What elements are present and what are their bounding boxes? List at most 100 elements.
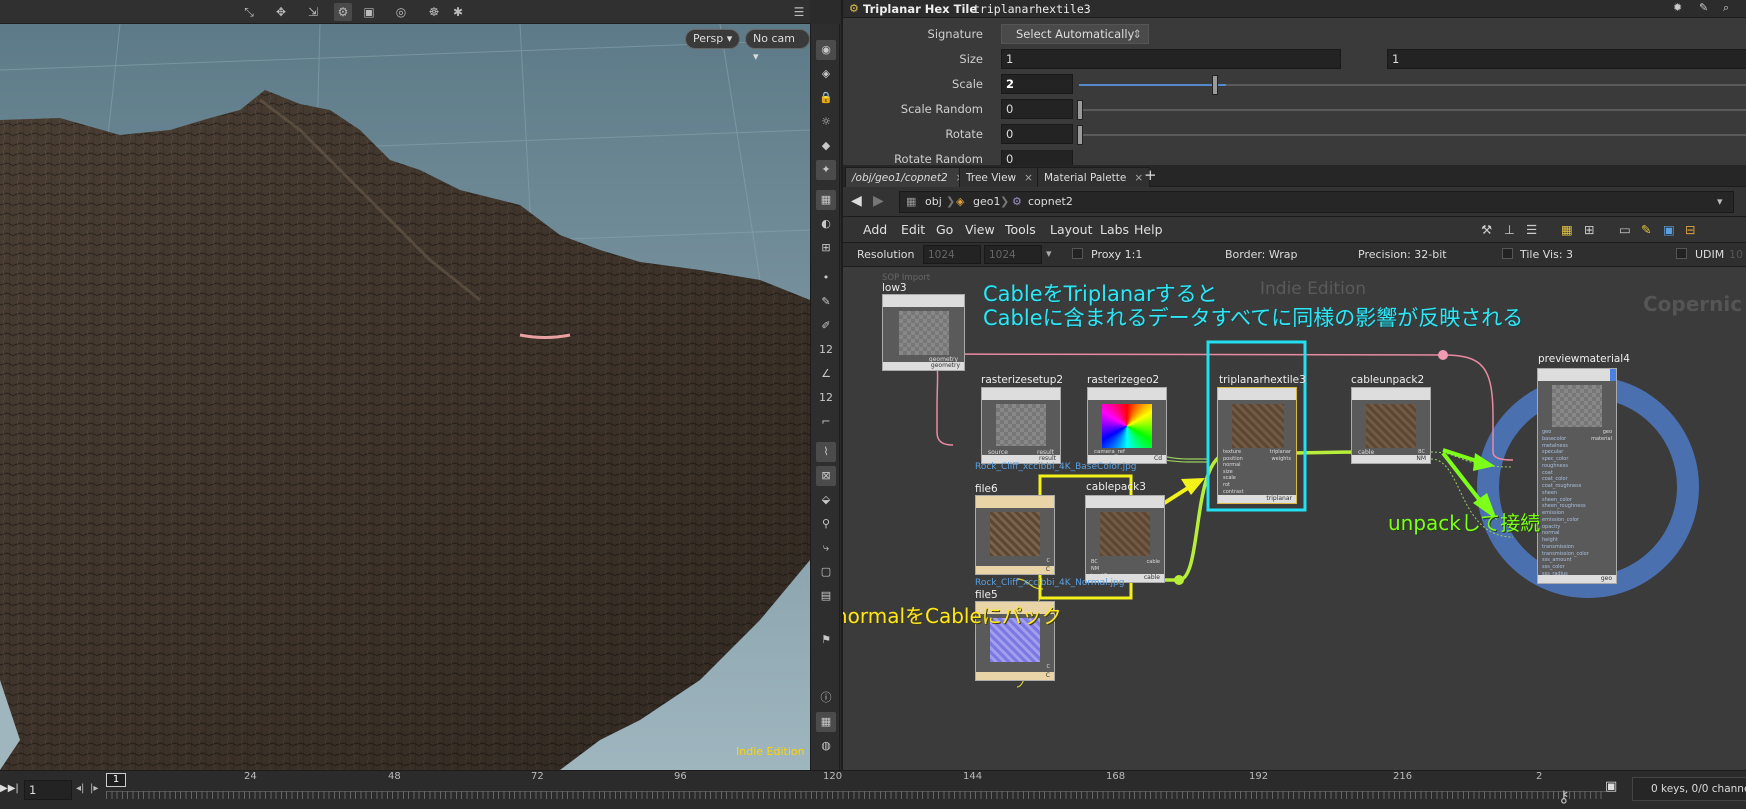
pen-icon[interactable]: ⤷ [816,538,836,558]
menu-add[interactable]: Add [863,222,887,237]
node-low3[interactable]: geometry geometry [882,294,965,371]
geometry-icon[interactable]: ◈ [816,64,836,84]
shading-icon[interactable]: ◆ [816,136,836,156]
light-icon[interactable]: ✦ [816,160,836,180]
node-rasterizegeo2[interactable]: camera_ref geometry Cd [1087,387,1167,464]
lock-icon[interactable]: 🔒 [816,88,836,108]
rotate-random-field[interactable]: 0 [1001,150,1073,165]
border-label[interactable]: Border: Wrap [1225,248,1298,261]
pin-icon[interactable]: ⚑ [816,630,836,650]
record-icon[interactable]: ◍ [816,736,836,756]
scale-slider-knob[interactable] [1212,75,1218,95]
tape-icon[interactable]: ⌇ [816,442,836,462]
menu-view[interactable]: View [965,222,995,237]
gear-icon[interactable]: ✹ [1673,1,1682,14]
play-icon[interactable]: ▶▶| [0,783,19,794]
menu-labs[interactable]: Labs [1100,222,1129,237]
scale-random-knob[interactable] [1077,100,1083,120]
network-canvas[interactable]: Indie Edition Copernic SOP Import low3 g… [843,267,1746,770]
ruler-icon[interactable]: ⌐ [816,412,836,432]
step-forward-icon[interactable]: |▸ [90,783,98,794]
select-icon[interactable]: ⤡ [240,3,258,21]
step-back-icon[interactable]: ◂| [76,783,84,794]
channel-icon[interactable]: ▣ [1605,779,1617,794]
breadcrumb-geo1[interactable]: geo1 [973,195,1000,208]
angle-icon[interactable]: ∠ [816,364,836,384]
move-icon[interactable]: ✥ [272,3,290,21]
transform-icon[interactable]: ⊠ [816,466,836,486]
node-rasterizesetup2[interactable]: source result result [981,387,1061,464]
sun-icon[interactable]: ☼ [816,112,836,132]
add-tab-button[interactable]: + [1144,166,1157,184]
back-arrow-icon[interactable]: ◀ [851,193,862,209]
pen-icon[interactable]: ✐ [816,316,836,336]
camera-dropdown[interactable]: No cam ▾ [745,29,810,63]
size-y-field[interactable]: 1 [1387,49,1746,69]
breadcrumb-obj[interactable]: obj [925,195,942,208]
menu-tools[interactable]: Tools [1005,222,1036,237]
rotate-slider[interactable] [1079,134,1746,136]
package-icon[interactable]: ⊟ [1685,222,1695,237]
forward-arrow-icon[interactable]: ▶ [873,193,884,209]
tile-vis-checkbox[interactable] [1502,248,1513,259]
key-icon[interactable]: ⚷ [1558,787,1570,806]
texture-icon[interactable]: ▦ [816,190,836,210]
list-icon[interactable]: ☰ [1526,222,1537,237]
node-cablepack3[interactable]: BCNMinput3 cable cable [1085,495,1165,583]
image-icon[interactable]: ▣ [1663,222,1675,237]
close-icon[interactable]: × [1134,172,1143,184]
rotate-knob[interactable] [1077,125,1083,145]
layers-icon[interactable]: ☰ [790,3,808,21]
pin-icon[interactable]: ⚲ [816,514,836,534]
counter-icon[interactable]: 12 [816,340,836,360]
precision-label[interactable]: Precision: 32-bit [1358,248,1447,261]
node-triplanarhextile3[interactable]: texture position normal size scale rot contras… [1217,387,1297,504]
grid-icon[interactable]: ▦ [1561,222,1573,237]
display-icon[interactable]: ▣ [360,3,378,21]
snap-icon[interactable]: ⊞ [816,238,836,258]
node-name-field[interactable]: triplanarhextile3 [973,2,1091,16]
close-icon[interactable]: × [1024,172,1033,184]
rotate-field[interactable]: 0 [1001,124,1073,144]
keys-status[interactable]: 0 keys, 0/0 channels [1632,777,1746,801]
scale-random-field[interactable]: 0 [1001,99,1073,119]
signature-dropdown[interactable]: Select Automatically ⇕ [1001,24,1149,44]
menu-layout[interactable]: Layout [1050,222,1093,237]
dot-icon[interactable]: • [816,268,836,288]
res-x-field[interactable]: 1024 [923,245,981,264]
frame-field[interactable]: 1 [24,780,72,800]
scale-random-slider[interactable] [1079,109,1746,111]
menu-go[interactable]: Go [936,222,953,237]
menu-help[interactable]: Help [1134,222,1163,237]
viewport-3d[interactable]: ⤡ ✥ ⇲ ⚙ ▣ ◎ ☸ ✱ ☰ ? Persp ▾ No cam ▾ Ind… [0,0,810,770]
camera-icon[interactable]: ◉ [816,40,836,60]
tab-copnet[interactable]: /obj/geo1/copnet2× [845,167,972,187]
note-icon[interactable]: ✎ [1641,222,1651,237]
display-icon[interactable]: ▤ [816,586,836,606]
node-previewmaterial4[interactable]: geo basecolor metalness specular spec_color r… [1537,368,1617,584]
menu-edit[interactable]: Edit [901,222,925,237]
res-y-field[interactable]: 1024 [984,245,1042,264]
persp-dropdown[interactable]: Persp ▾ [685,29,741,49]
search-icon[interactable]: ⌕ [1723,1,1729,15]
current-frame-marker[interactable]: 1 [106,773,126,787]
settings-icon[interactable]: ✱ [449,3,467,21]
handle-icon[interactable]: 12 [816,388,836,408]
node-cableunpack2[interactable]: cable BC NM [1351,387,1431,464]
tree-icon[interactable]: ⊥ [1504,222,1515,237]
chevron-down-icon[interactable]: ▾ [1717,195,1723,208]
uv-icon[interactable]: ⬙ [816,490,836,510]
brush-icon[interactable]: ✎ [816,292,836,312]
grid-dots-icon[interactable]: ⊞ [1584,222,1594,237]
proxy-checkbox[interactable] [1072,248,1083,259]
screen-icon[interactable]: ▭ [1619,222,1631,237]
tools-icon[interactable]: ⚒ [1481,222,1492,237]
tab-tree-view[interactable]: Tree View × [959,167,1040,187]
record-icon[interactable]: ◎ [392,3,410,21]
ghost-icon[interactable]: ☸ [425,3,443,21]
brush-icon[interactable]: ✎ [1699,1,1708,14]
chevron-down-icon[interactable]: ▾ [1046,247,1052,260]
scale-field[interactable]: 2 [1001,74,1073,94]
layout-icon[interactable]: ▦ [816,712,836,732]
node-file6[interactable]: C C [975,495,1055,575]
